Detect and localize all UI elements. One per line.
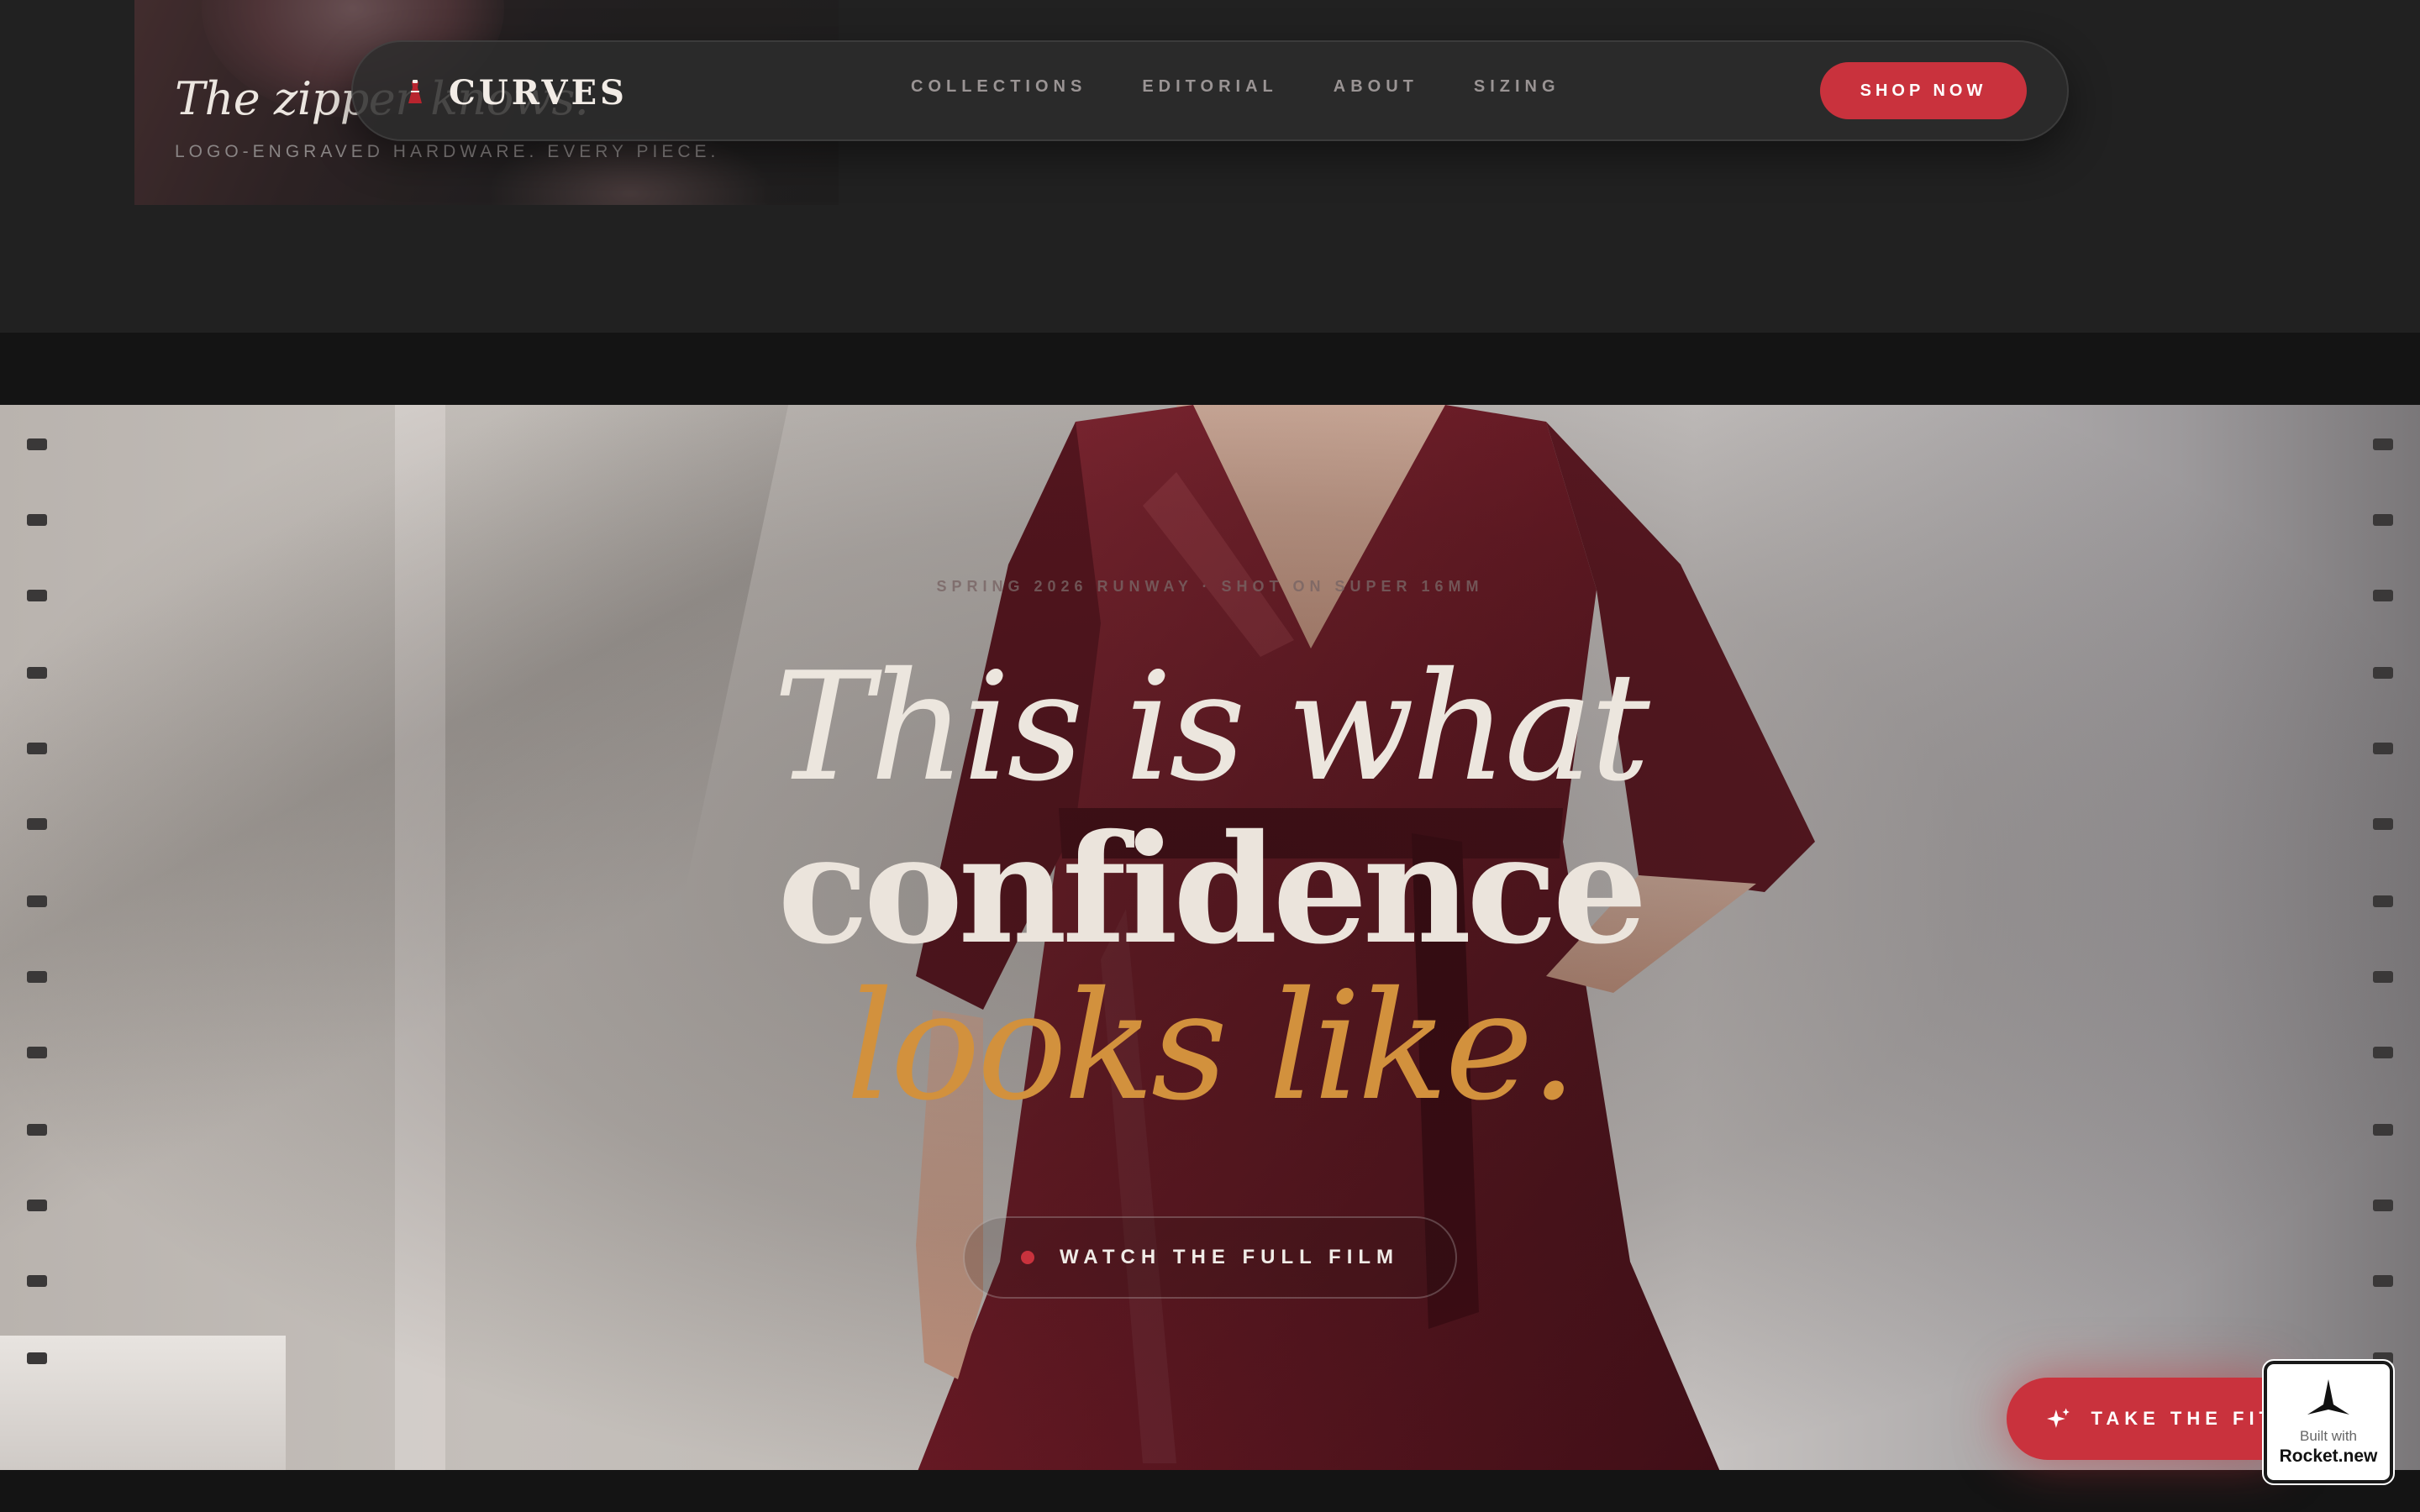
hero-headline-line1: This is what bbox=[773, 640, 1650, 814]
section-divider bbox=[0, 333, 2420, 405]
brand-name: CURVES bbox=[449, 72, 628, 113]
nav-link-about[interactable]: ABOUT bbox=[1334, 77, 1418, 97]
shop-now-button[interactable]: SHOP NOW bbox=[1820, 62, 2027, 119]
watch-film-button[interactable]: WATCH THE FULL FILM bbox=[963, 1216, 1457, 1299]
nav-link-sizing[interactable]: SIZING bbox=[1474, 77, 1560, 97]
brand-logo[interactable]: CURVES bbox=[403, 67, 628, 118]
hero-kicker: SPRING 2026 RUNWAY · SHOT ON SUPER 16MM bbox=[936, 578, 1484, 595]
watch-film-label: WATCH THE FULL FILM bbox=[1059, 1246, 1400, 1268]
rocket-icon bbox=[2307, 1379, 2349, 1415]
hero-film-frame: SPRING 2026 RUNWAY · SHOT ON SUPER 16MM … bbox=[0, 405, 2420, 1470]
main-navigation: CURVES COLLECTIONS EDITORIAL ABOUT SIZIN… bbox=[351, 40, 2069, 141]
hero-headline-line3: looks like. bbox=[845, 959, 1578, 1133]
record-dot-icon bbox=[1020, 1251, 1034, 1264]
nav-link-editorial[interactable]: EDITORIAL bbox=[1142, 77, 1277, 97]
nav-links: COLLECTIONS EDITORIAL ABOUT SIZING bbox=[911, 77, 1616, 97]
badge-built-with: Built with bbox=[2299, 1428, 2358, 1444]
built-with-rocket-badge[interactable]: Built with Rocket.new bbox=[2262, 1359, 2395, 1485]
dress-icon bbox=[408, 80, 422, 103]
sparkle-icon bbox=[2047, 1408, 2070, 1428]
zipper-card-subtitle: LOGO-ENGRAVED HARDWARE. EVERY PIECE. bbox=[175, 142, 720, 161]
bottom-bar bbox=[0, 1470, 2420, 1512]
nav-link-collections[interactable]: COLLECTIONS bbox=[911, 77, 1086, 97]
take-the-fit-label: TAKE THE FIT bbox=[2091, 1408, 2275, 1429]
take-the-fit-button[interactable]: TAKE THE FIT bbox=[2007, 1378, 2275, 1460]
badge-rocket-new: Rocket.new bbox=[2279, 1446, 2378, 1466]
hero-headline-line2: confidence bbox=[777, 801, 1647, 977]
